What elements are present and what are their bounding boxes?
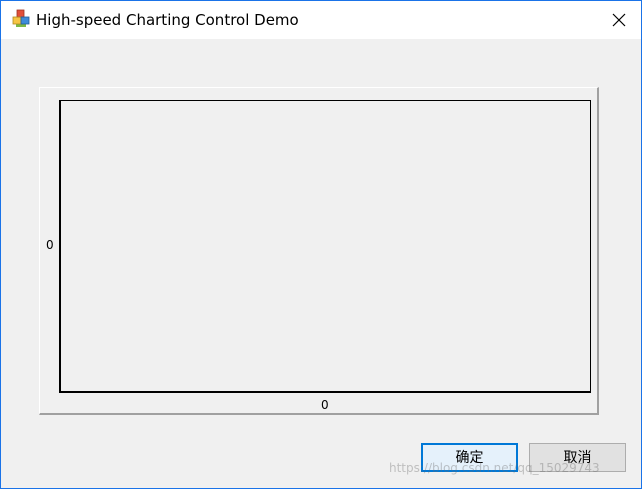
dialog-client-area: 0 0 确定 取消 https://blog.csdn.net/qq_15029…: [1, 39, 641, 488]
close-button[interactable]: [597, 1, 641, 39]
main-window: High-speed Charting Control Demo 0 0 确定 …: [0, 0, 642, 489]
title-bar: High-speed Charting Control Demo: [1, 1, 641, 39]
window-title: High-speed Charting Control Demo: [36, 11, 299, 29]
application-icon: [12, 9, 30, 27]
close-icon: [612, 13, 626, 27]
x-axis-tick-label: 0: [321, 398, 329, 412]
y-axis-tick-label: 0: [46, 238, 54, 252]
cancel-button[interactable]: 取消: [529, 443, 626, 472]
ok-button[interactable]: 确定: [421, 443, 518, 472]
chart-control[interactable]: 0 0: [39, 87, 599, 415]
plot-area[interactable]: [59, 100, 591, 393]
